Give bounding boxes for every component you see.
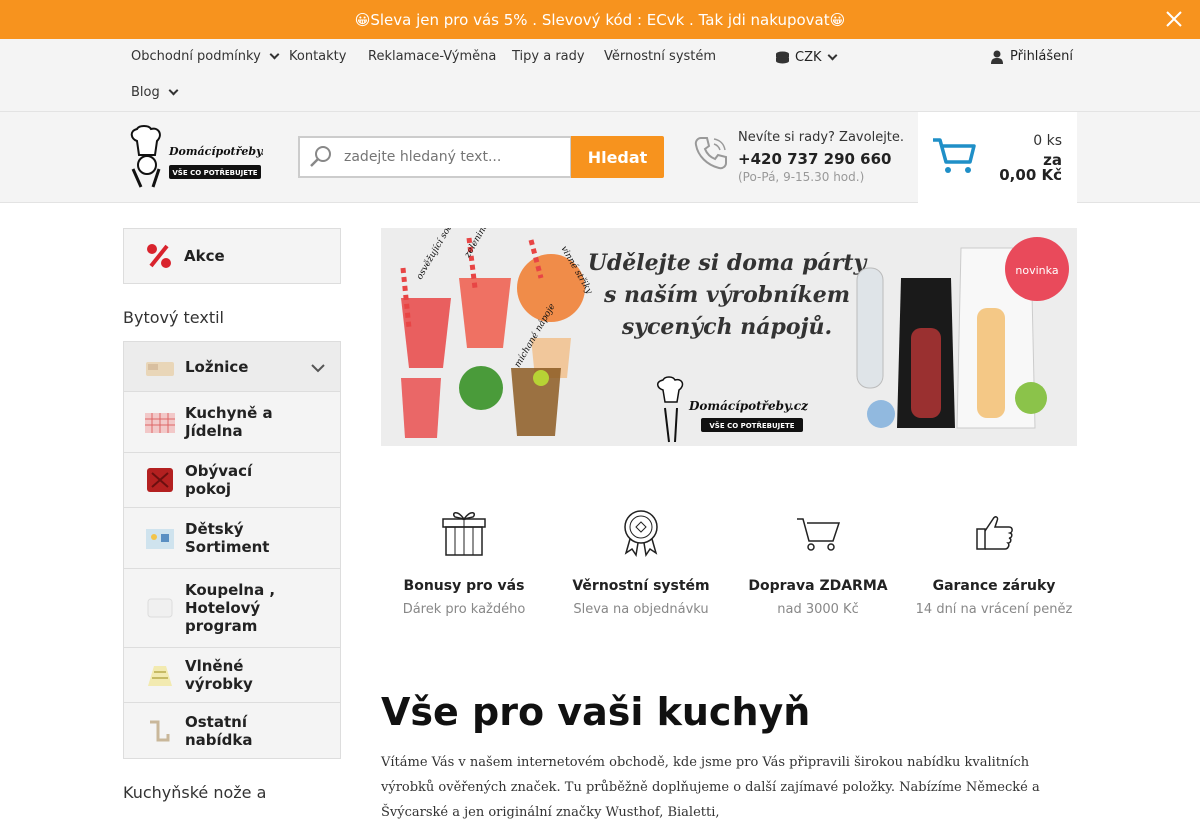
top-navigation: Obchodní podmínky Kontakty Reklamace-Vým… xyxy=(0,39,1200,112)
nav-link-label: Reklamace-Výměna xyxy=(368,49,497,64)
category-label: Ostatní nabídka xyxy=(185,712,253,749)
site-header: Domácípotřeby.cz VŠE CO POTŘEBUJETE Hled… xyxy=(0,112,1200,203)
nav-link-loyalty[interactable]: Věrnostní systém xyxy=(604,49,716,64)
feature-title: Bonusy pro vás xyxy=(403,578,525,594)
currency-selector[interactable]: CZK xyxy=(775,50,837,65)
search-box xyxy=(298,136,572,178)
other-thumbnail xyxy=(150,720,170,741)
nav-link-tips[interactable]: Tipy a rady xyxy=(512,49,585,64)
banner-headline-1: Udělejte si doma párty xyxy=(588,250,869,276)
category-obyvaci[interactable]: Obývací pokoj xyxy=(124,453,340,508)
currency-label: CZK xyxy=(795,50,822,65)
search-input[interactable] xyxy=(344,149,564,165)
category-label: Obývací pokoj xyxy=(185,462,253,498)
feature-subtitle: 14 dní na vrácení peněz xyxy=(915,602,1073,617)
pillow-thumbnail xyxy=(147,468,173,492)
category-vlnene[interactable]: Vlněné výrobky xyxy=(124,648,340,703)
feature-title: Garance záruky xyxy=(932,578,1056,594)
user-icon xyxy=(991,50,1003,64)
phone-hours: (Po-Pá, 9-15.30 hod.) xyxy=(738,170,865,184)
nav-link-label: Tipy a rady xyxy=(512,49,585,64)
search-icon xyxy=(310,146,331,167)
logo-tagline: VŠE CO POTŘEBUJETE xyxy=(172,168,257,177)
chevron-down-icon xyxy=(827,50,837,61)
banner-badge: novinka xyxy=(1015,264,1058,277)
nav-link-label: Blog xyxy=(131,85,160,100)
promo-banner[interactable]: osvěžující soda zeleninové a ovocné limo… xyxy=(381,228,1077,446)
intro-text: Vítáme Vás v našem internetovém obchodě,… xyxy=(381,755,1040,820)
category-ostatni[interactable]: Ostatní nabídka xyxy=(124,703,340,758)
nav-link-contacts[interactable]: Kontakty xyxy=(289,49,346,64)
logo-text: Domácípotřeby.cz xyxy=(168,145,263,158)
thumbs-up-icon xyxy=(976,516,1013,550)
kids-textile-thumbnail xyxy=(146,529,174,549)
feature-shipping: Doprava ZDARMA nad 3000 Kč xyxy=(738,505,898,617)
bedding-thumbnail xyxy=(146,361,174,376)
banner-headline-3: sycených nápojů. xyxy=(621,314,832,340)
category-label: Dětský Sortiment xyxy=(185,520,270,556)
percent-icon xyxy=(147,244,171,268)
chevron-down-icon[interactable] xyxy=(311,364,325,373)
towel-thumbnail xyxy=(147,598,173,618)
cart-count: 0 ks xyxy=(1033,133,1062,149)
category-list: Ložnice Kuchyně a Jídelna Obývací pokoj … xyxy=(123,341,341,759)
shopping-cart-icon xyxy=(933,138,976,173)
nav-link-claims[interactable]: Reklamace-Výměna xyxy=(368,49,496,64)
sidebar-section-title: Bytový textil xyxy=(123,308,224,327)
category-loznice[interactable]: Ložnice xyxy=(124,342,340,392)
promo-bar: 😀Sleva jen pro vás 5% . Slevový kód : EC… xyxy=(0,0,1200,39)
nav-link-label: Kontakty xyxy=(289,49,347,64)
chevron-down-icon xyxy=(168,85,179,96)
category-detsky[interactable]: Dětský Sortiment xyxy=(124,508,340,569)
phone-question: Nevíte si rady? Zavolejte. xyxy=(738,130,905,145)
gift-icon xyxy=(442,512,486,556)
feature-subtitle: Dárek pro každého xyxy=(402,602,526,617)
cart-price: 0,00 Kč xyxy=(999,166,1062,184)
feature-subtitle: nad 3000 Kč xyxy=(777,602,859,617)
category-koupelna[interactable]: Koupelna , Hotelový program xyxy=(124,569,340,648)
sidebar-item-akce[interactable]: Akce xyxy=(123,228,341,284)
banner-logo-tagline: VŠE CO POTŘEBUJETE xyxy=(709,421,794,430)
close-icon[interactable] xyxy=(1164,9,1184,29)
coins-icon xyxy=(776,51,789,64)
search-button[interactable]: Hledat xyxy=(571,136,664,178)
category-label: Kuchyně a Jídelna xyxy=(185,404,273,440)
sidebar: Akce Bytový textil Ložnice Kuchyně a Jíd… xyxy=(123,228,341,802)
category-label: Ložnice xyxy=(185,357,249,376)
wool-blanket-thumbnail xyxy=(148,666,172,686)
cart-icon xyxy=(797,518,841,551)
nav-link-terms[interactable]: Obchodní podmínky xyxy=(131,49,280,64)
category-label: Vlněné výrobky xyxy=(185,657,253,693)
nav-link-label: Věrnostní systém xyxy=(604,49,717,64)
phone-number[interactable]: +420 737 290 660 xyxy=(738,150,891,168)
login-label: Přihlášení xyxy=(1010,49,1074,64)
tablecloth-thumbnail xyxy=(145,413,175,433)
sidebar-item-label: Akce xyxy=(184,247,225,265)
site-logo[interactable]: Domácípotřeby.cz VŠE CO POTŘEBUJETE xyxy=(123,125,279,189)
nav-link-blog[interactable]: Blog xyxy=(131,85,179,100)
category-kuchyne[interactable]: Kuchyně a Jídelna xyxy=(124,392,340,453)
feature-guarantee: Garance záruky 14 dní na vrácení peněz xyxy=(914,505,1074,617)
feature-subtitle: Sleva na objednávku xyxy=(573,602,709,617)
login-link[interactable]: Přihlášení xyxy=(991,49,1073,64)
cart-widget[interactable]: 0 ks za 0,00 Kč xyxy=(918,112,1077,203)
feature-title: Věrnostní systém xyxy=(572,578,710,594)
phone-icon xyxy=(694,137,727,170)
badge-icon xyxy=(624,510,658,557)
nav-link-label: Obchodní podmínky xyxy=(131,49,261,64)
banner-headline-2: s naším výrobníkem xyxy=(603,282,850,308)
feature-loyalty: Věrnostní systém Sleva na objednávku xyxy=(561,505,721,617)
page-title: Vše pro vaši kuchyň xyxy=(381,690,811,734)
promo-text: 😀Sleva jen pro vás 5% . Slevový kód : EC… xyxy=(354,10,846,29)
chevron-down-icon xyxy=(269,49,280,60)
feature-bonus: Bonusy pro vás Dárek pro každého xyxy=(384,505,544,617)
feature-title: Doprava ZDARMA xyxy=(748,578,888,594)
sidebar-section-title-2: Kuchyňské nože a xyxy=(123,783,267,802)
banner-logo-text: Domácípotřeby.cz xyxy=(688,399,809,413)
category-label: Koupelna , Hotelový program xyxy=(185,581,276,635)
